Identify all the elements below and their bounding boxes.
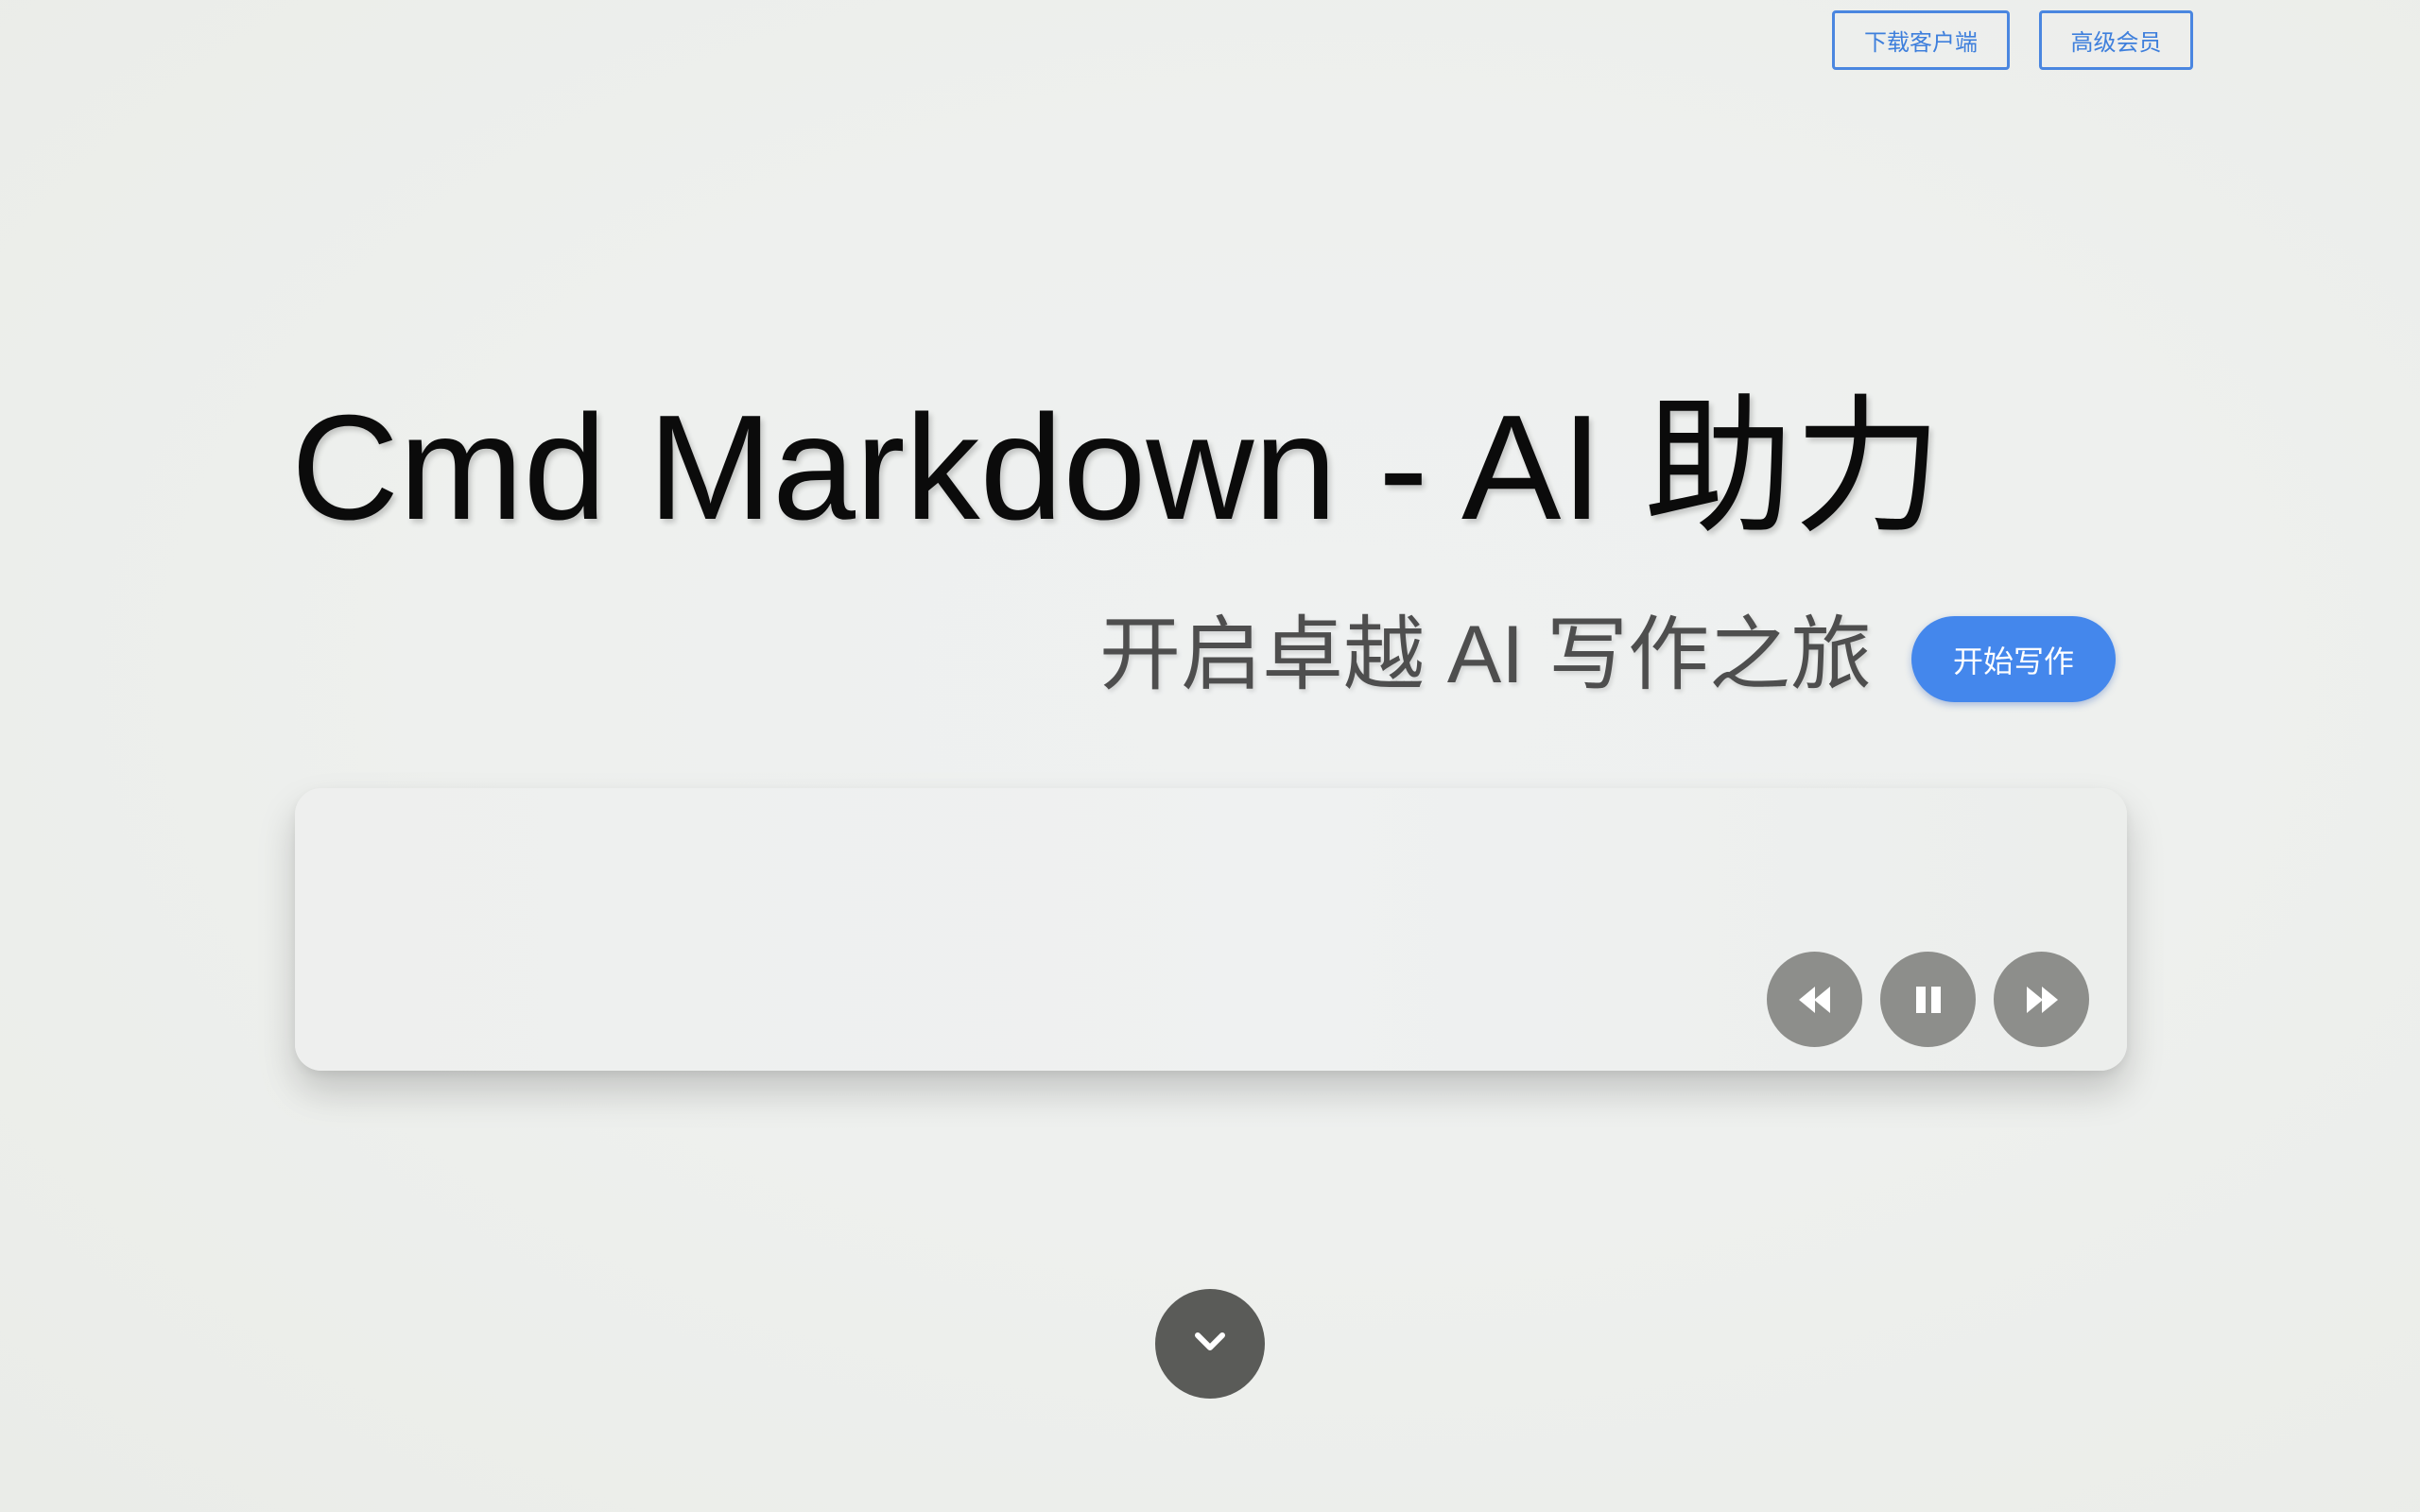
pause-button[interactable] <box>1880 952 1976 1047</box>
start-writing-button[interactable]: 开始写作 <box>1911 616 2116 702</box>
page-subtitle: 开启卓越 AI 写作之旅 <box>1098 610 1872 700</box>
scroll-down-button[interactable] <box>1155 1289 1265 1399</box>
download-client-button[interactable]: 下载客户端 <box>1832 10 2010 70</box>
page-title: Cmd Markdown - AI 助力 <box>291 385 1944 551</box>
chevron-down-icon <box>1192 1331 1228 1358</box>
rewind-icon <box>1796 984 1834 1016</box>
fast-forward-icon <box>2023 984 2061 1016</box>
rewind-button[interactable] <box>1767 952 1862 1047</box>
premium-member-button[interactable]: 高级会员 <box>2039 10 2193 70</box>
fast-forward-button[interactable] <box>1994 952 2089 1047</box>
demo-player-card <box>295 788 2127 1071</box>
pause-icon <box>1913 984 1944 1016</box>
